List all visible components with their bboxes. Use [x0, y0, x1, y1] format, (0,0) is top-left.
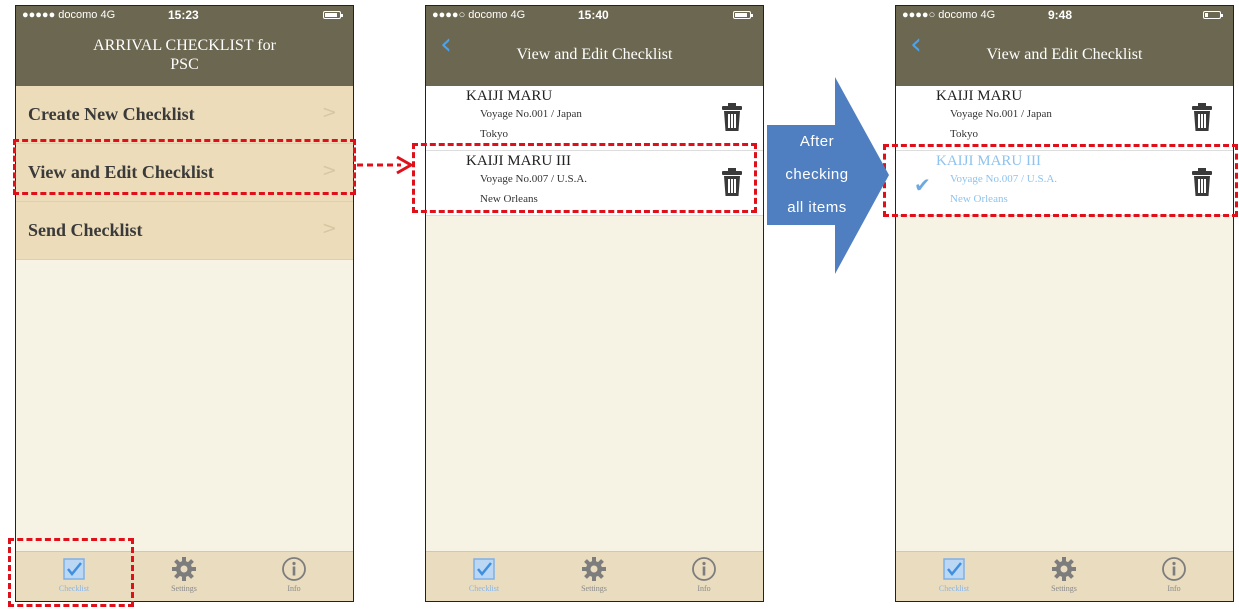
tab-label: Settings	[171, 584, 197, 593]
tab-settings[interactable]: Settings	[144, 556, 224, 593]
gear-icon	[582, 557, 606, 581]
info-icon	[692, 557, 716, 581]
carrier-label: ●●●●○ docomo 4G	[432, 9, 526, 21]
highlight-checklist-tab	[8, 538, 134, 607]
app-title-line2: PSC	[170, 56, 199, 73]
tab-settings[interactable]: Settings	[1024, 556, 1104, 593]
tab-label: Checklist	[938, 584, 970, 593]
tab-label: Info	[697, 584, 711, 593]
connector-arrow	[357, 155, 415, 175]
tab-info[interactable]: Info	[254, 556, 334, 593]
voyage-info: Voyage No.001 / Japan	[480, 108, 582, 120]
trash-icon[interactable]	[721, 102, 743, 132]
clock: 15:23	[168, 8, 199, 22]
highlight-completed-row	[883, 144, 1238, 217]
chevron-right-icon: >	[321, 102, 337, 123]
tab-checklist[interactable]: Checklist	[444, 556, 524, 593]
battery-icon	[323, 11, 343, 19]
tab-label: Info	[1167, 584, 1181, 593]
tab-bar: Checklist Settings Info	[426, 551, 763, 601]
navigation-bar: ‹ View and Edit Checklist	[896, 24, 1233, 86]
battery-icon	[1203, 11, 1223, 19]
navigation-bar: ARRIVAL CHECKLIST for PSC	[16, 24, 353, 86]
gear-icon	[1052, 557, 1076, 581]
ship-name: KAIJI MARU	[936, 88, 1023, 104]
page-title: View and Edit Checklist	[986, 46, 1143, 63]
page-title: View and Edit Checklist	[516, 46, 673, 63]
clock: 15:40	[578, 8, 609, 22]
ship-name: KAIJI MARU	[466, 88, 553, 104]
carrier-label: ●●●●● docomo 4G	[22, 9, 116, 21]
tab-bar: Checklist Settings Info	[896, 551, 1233, 601]
port-city: Tokyo	[950, 128, 978, 140]
navigation-bar: ‹ View and Edit Checklist	[426, 24, 763, 86]
phone-screen-after-check: ●●●●○ docomo 4G 9:48 ‹ View and Edit Che…	[895, 5, 1234, 602]
menu-item-create-new-checklist[interactable]: Create New Checklist >	[16, 86, 353, 144]
arrow-label-line1: After	[799, 133, 835, 150]
phone-screen-view-edit: ●●●●○ docomo 4G 15:40 ‹ View and Edit Ch…	[425, 5, 764, 602]
clock: 9:48	[1048, 8, 1073, 22]
status-bar: ●●●●● docomo 4G 15:23	[16, 6, 353, 24]
tab-info[interactable]: Info	[1134, 556, 1214, 593]
port-city: Tokyo	[480, 128, 508, 140]
chevron-right-icon: >	[321, 218, 337, 239]
arrow-label-line3: all items	[787, 199, 847, 216]
menu-item-send-checklist[interactable]: Send Checklist >	[16, 202, 353, 260]
tab-label: Info	[287, 584, 301, 593]
list-item[interactable]: KAIJI MARU Voyage No.001 / Japan Tokyo	[896, 86, 1233, 151]
trash-icon[interactable]	[1191, 102, 1213, 132]
app-title: ARRIVAL CHECKLIST for PSC	[16, 36, 353, 74]
highlight-kaiji-maru-iii-row	[412, 143, 757, 213]
arrow-label-line2: checking	[785, 166, 849, 183]
tab-label: Settings	[1051, 584, 1077, 593]
voyage-info: Voyage No.001 / Japan	[950, 108, 1052, 120]
phone-screen-main-menu: ●●●●● docomo 4G 15:23 ARRIVAL CHECKLIST …	[15, 5, 354, 602]
menu-item-label: Create New Checklist	[28, 104, 195, 124]
list-item[interactable]: KAIJI MARU Voyage No.001 / Japan Tokyo	[426, 86, 763, 151]
battery-icon	[733, 11, 753, 19]
app-title-line1: ARRIVAL CHECKLIST for	[93, 37, 276, 54]
tab-label: Settings	[581, 584, 607, 593]
tab-label: Checklist	[468, 584, 500, 593]
checkbox-icon	[473, 558, 495, 580]
status-bar: ●●●●○ docomo 4G 9:48	[896, 6, 1233, 24]
carrier-label: ●●●●○ docomo 4G	[902, 9, 996, 21]
tab-settings[interactable]: Settings	[554, 556, 634, 593]
info-icon	[282, 557, 306, 581]
checkbox-icon	[943, 558, 965, 580]
status-bar: ●●●●○ docomo 4G 15:40	[426, 6, 763, 24]
highlight-view-edit-menu	[13, 139, 356, 195]
menu-item-label: Send Checklist	[28, 220, 143, 240]
tab-info[interactable]: Info	[664, 556, 744, 593]
tab-checklist[interactable]: Checklist	[914, 556, 994, 593]
gear-icon	[172, 557, 196, 581]
info-icon	[1162, 557, 1186, 581]
